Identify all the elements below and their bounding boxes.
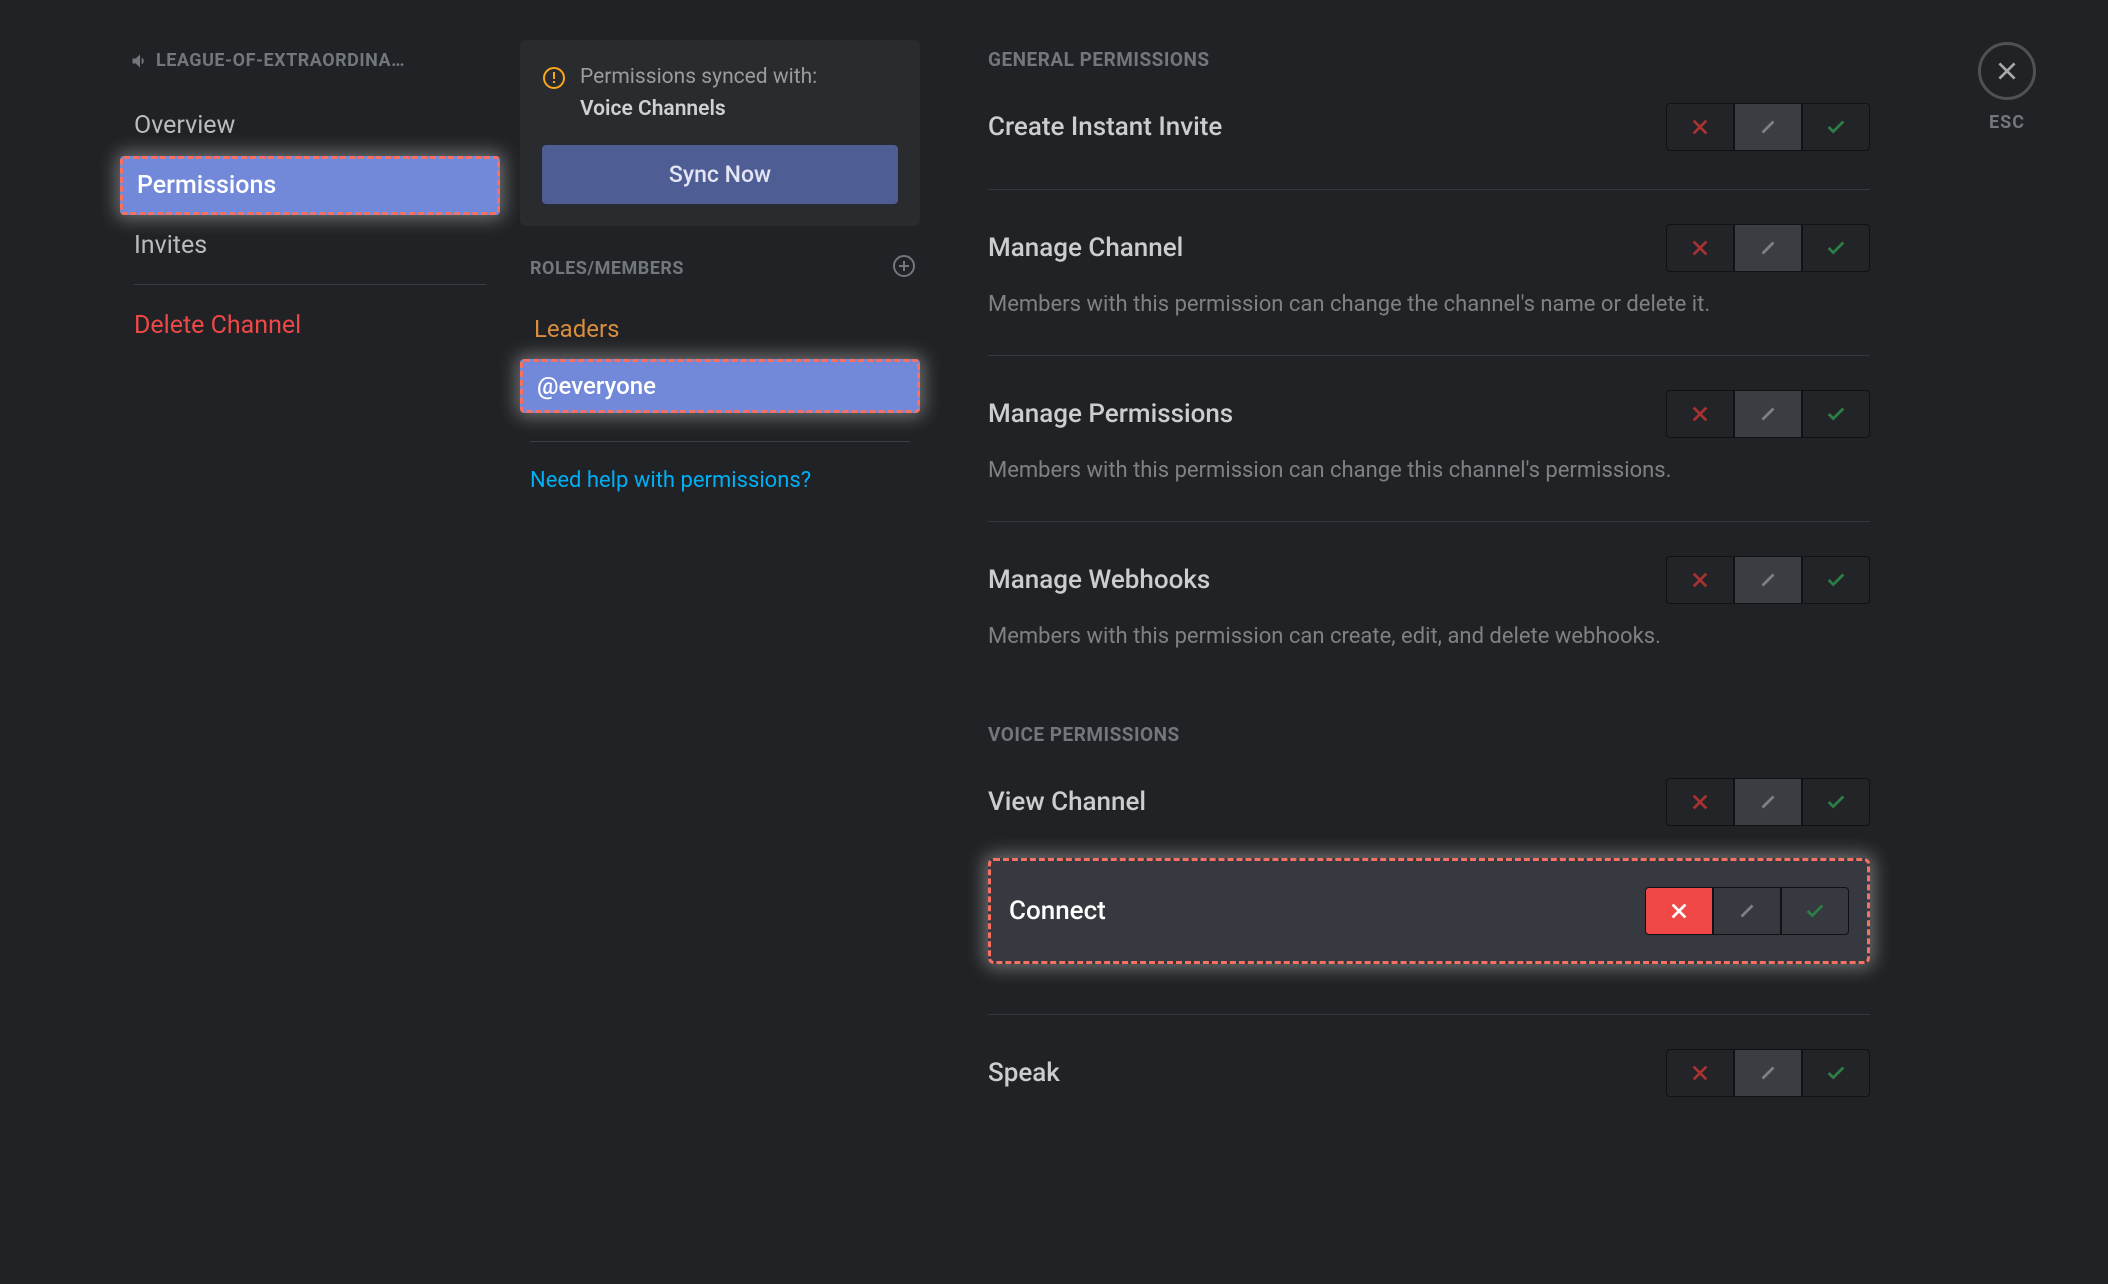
esc-label: ESC [1978,112,2036,133]
toggle-manage-permissions [1666,390,1870,438]
close-control: ESC [1978,42,2036,133]
neutral-button[interactable] [1734,778,1802,826]
perm-speak-label: Speak [988,1058,1060,1088]
sync-row: Permissions synced with: Voice Channels [542,62,898,125]
permissions-panel: GENERAL PERMISSIONS Create Instant Invit… [920,0,1870,1284]
neutral-button[interactable] [1734,556,1802,604]
allow-button[interactable] [1781,887,1849,935]
allow-button[interactable] [1802,390,1870,438]
channel-header: LEAGUE-OF-EXTRAORDINA… [120,50,500,71]
close-button[interactable] [1978,42,2036,100]
toggle-create-invite [1666,103,1870,151]
deny-button[interactable] [1666,556,1734,604]
perm-manage-webhooks-desc: Members with this permission can create,… [988,620,1818,653]
deny-button[interactable] [1645,887,1713,935]
roles-header-label: ROLES/MEMBERS [530,258,684,279]
deny-button[interactable] [1666,778,1734,826]
allow-button[interactable] [1802,224,1870,272]
nav-permissions[interactable]: Permissions [120,156,500,215]
role-everyone[interactable]: @everyone [520,359,920,413]
sync-now-button[interactable]: Sync Now [542,145,898,204]
channel-name: LEAGUE-OF-EXTRAORDINA… [156,50,405,71]
perm-divider [988,521,1870,522]
allow-button[interactable] [1802,556,1870,604]
deny-button[interactable] [1666,390,1734,438]
perm-divider [988,189,1870,190]
nav-delete-channel[interactable]: Delete Channel [120,299,500,352]
toggle-speak [1666,1049,1870,1097]
perm-speak: Speak [988,1049,1870,1101]
settings-sidebar: LEAGUE-OF-EXTRAORDINA… Overview Permissi… [0,0,520,1284]
nav-invites[interactable]: Invites [120,219,500,272]
perm-view-channel-label: View Channel [988,787,1146,817]
neutral-button[interactable] [1734,1049,1802,1097]
section-general-title: GENERAL PERMISSIONS [988,48,1870,71]
nav-overview[interactable]: Overview [120,99,500,152]
roles-sidebar: Permissions synced with: Voice Channels … [520,0,920,1284]
warning-icon [542,66,566,94]
allow-button[interactable] [1802,1049,1870,1097]
allow-button[interactable] [1802,103,1870,151]
perm-manage-webhooks: Manage Webhooks Members with this permis… [988,556,1870,653]
permissions-help-link[interactable]: Need help with permissions? [520,468,920,493]
settings-container: LEAGUE-OF-EXTRAORDINA… Overview Permissi… [0,0,2108,1284]
perm-view-channel: View Channel [988,778,1870,830]
perm-create-invite: Create Instant Invite [988,103,1870,155]
add-role-icon[interactable] [892,254,916,283]
roles-header: ROLES/MEMBERS [530,254,916,283]
toggle-manage-webhooks [1666,556,1870,604]
perm-manage-permissions-label: Manage Permissions [988,399,1233,429]
perm-divider [988,355,1870,356]
toggle-view-channel [1666,778,1870,826]
nav-divider [134,284,486,285]
neutral-button[interactable] [1734,103,1802,151]
allow-button[interactable] [1802,778,1870,826]
perm-connect: Connect [988,858,1870,964]
role-leaders[interactable]: Leaders [520,305,920,353]
perm-manage-channel: Manage Channel Members with this permiss… [988,224,1870,321]
sync-text: Permissions synced with: Voice Channels [580,62,817,125]
toggle-connect [1645,887,1849,935]
perm-manage-channel-label: Manage Channel [988,233,1183,263]
sync-category: Voice Channels [580,97,726,121]
perm-manage-webhooks-label: Manage Webhooks [988,565,1210,595]
perm-manage-permissions: Manage Permissions Members with this per… [988,390,1870,487]
perm-divider [988,1014,1870,1015]
section-voice-title: VOICE PERMISSIONS [988,723,1870,746]
neutral-button[interactable] [1734,224,1802,272]
perm-manage-channel-desc: Members with this permission can change … [988,288,1818,321]
neutral-button[interactable] [1713,887,1781,935]
speaker-icon [130,51,150,71]
perm-manage-permissions-desc: Members with this permission can change … [988,454,1818,487]
sync-label: Permissions synced with: [580,65,817,89]
neutral-button[interactable] [1734,390,1802,438]
perm-connect-label: Connect [1009,896,1106,926]
mid-divider [530,441,910,442]
toggle-manage-channel [1666,224,1870,272]
spacer [988,830,1870,860]
perm-create-invite-label: Create Instant Invite [988,112,1222,142]
sync-card: Permissions synced with: Voice Channels … [520,40,920,226]
deny-button[interactable] [1666,224,1734,272]
section-spacer [988,653,1870,723]
deny-button[interactable] [1666,103,1734,151]
deny-button[interactable] [1666,1049,1734,1097]
